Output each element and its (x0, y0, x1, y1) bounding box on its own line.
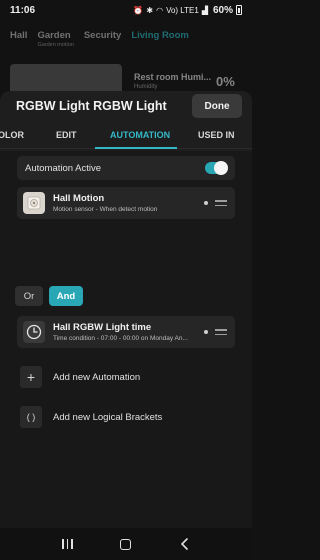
background-app: Hall Garden Garden motion Security Livin… (0, 20, 252, 96)
recents-button[interactable] (52, 532, 82, 556)
sheet-header: RGBW Light RGBW Light Done (0, 91, 252, 121)
automation-item-hall-motion[interactable]: Hall Motion Motion sensor - When detect … (17, 187, 235, 219)
status-dot-icon (204, 201, 208, 205)
active-tab-indicator (95, 147, 177, 149)
sheet-tabs: OLOR EDIT AUTOMATION USED IN (0, 121, 252, 149)
item-title: Hall Motion (53, 193, 105, 204)
tab-automation[interactable]: AUTOMATION (110, 121, 170, 149)
room-tab-security[interactable]: Security (84, 30, 122, 48)
room-tab-living-room[interactable]: Living Room (131, 30, 189, 48)
background-card-subtitle: Humidity (134, 84, 158, 90)
clock-icon (23, 321, 45, 343)
back-button[interactable] (170, 532, 200, 556)
or-button[interactable]: Or (15, 286, 43, 306)
tab-edit[interactable]: EDIT (56, 121, 77, 149)
status-icons: ⏰ ✱ ◠ Vo) LTE1 ▟ 60% (133, 5, 242, 16)
add-brackets-row[interactable]: ( ) Add new Logical Brackets (20, 402, 162, 432)
network-label: Vo) LTE1 (166, 5, 199, 15)
automation-content: Automation Active Hall Motion Motion sen… (0, 151, 252, 560)
room-tab-garden[interactable]: Garden Garden motion (37, 30, 73, 48)
plus-icon: + (20, 366, 42, 388)
alarm-icon: ⏰ (133, 5, 144, 15)
signal-icon: ▟ (201, 5, 208, 15)
item-text: Hall Motion Motion sensor - When detect … (53, 193, 203, 213)
status-time: 11:06 (10, 4, 36, 16)
drag-handle-icon[interactable] (215, 200, 227, 206)
item-subtitle: Time condition - 07:00 - 00:00 on Monday… (53, 335, 188, 342)
add-automation-label: Add new Automation (53, 371, 141, 383)
wifi-icon: ◠ (156, 5, 164, 15)
item-text: Hall RGBW Light time Time condition - 07… (53, 322, 203, 342)
logic-operator-row: Or And (15, 286, 83, 306)
background-card-title: Rest room Humi... (134, 72, 212, 82)
and-button[interactable]: And (49, 286, 83, 306)
drag-handle-icon[interactable] (215, 329, 227, 335)
status-bar: 11:06 ⏰ ✱ ◠ Vo) LTE1 ▟ 60% (0, 0, 252, 20)
item-subtitle: Motion sensor - When detect motion (53, 206, 158, 213)
sheet-title: RGBW Light RGBW Light (16, 99, 167, 113)
bluetooth-icon: ✱ (146, 5, 154, 15)
home-button[interactable] (111, 532, 141, 556)
home-icon (120, 538, 132, 550)
automation-item-hall-light-time[interactable]: Hall RGBW Light time Time condition - 07… (17, 316, 235, 348)
tab-color[interactable]: OLOR (0, 121, 24, 149)
tab-used-in[interactable]: USED IN (198, 121, 235, 149)
motion-sensor-icon (23, 192, 45, 214)
battery-label: 60% (212, 4, 233, 16)
room-tabs: Hall Garden Garden motion Security Livin… (0, 20, 252, 48)
device-sheet: RGBW Light RGBW Light Done OLOR EDIT AUT… (0, 91, 252, 560)
status-dot-icon (204, 330, 208, 334)
battery-icon (236, 5, 242, 15)
recents-icon (62, 539, 73, 549)
brackets-icon: ( ) (20, 406, 42, 428)
item-title: Hall RGBW Light time (53, 322, 152, 333)
add-automation-row[interactable]: + Add new Automation (20, 362, 140, 392)
back-icon (180, 538, 188, 550)
automation-active-label: Automation Active (25, 162, 102, 174)
background-card-value: 0% (216, 74, 235, 89)
system-nav-bar (0, 528, 252, 560)
add-brackets-label: Add new Logical Brackets (53, 411, 163, 423)
room-tab-hall[interactable]: Hall (10, 30, 27, 48)
automation-active-toggle[interactable] (205, 161, 228, 175)
automation-active-row: Automation Active (17, 156, 235, 180)
done-button[interactable]: Done (192, 94, 242, 118)
